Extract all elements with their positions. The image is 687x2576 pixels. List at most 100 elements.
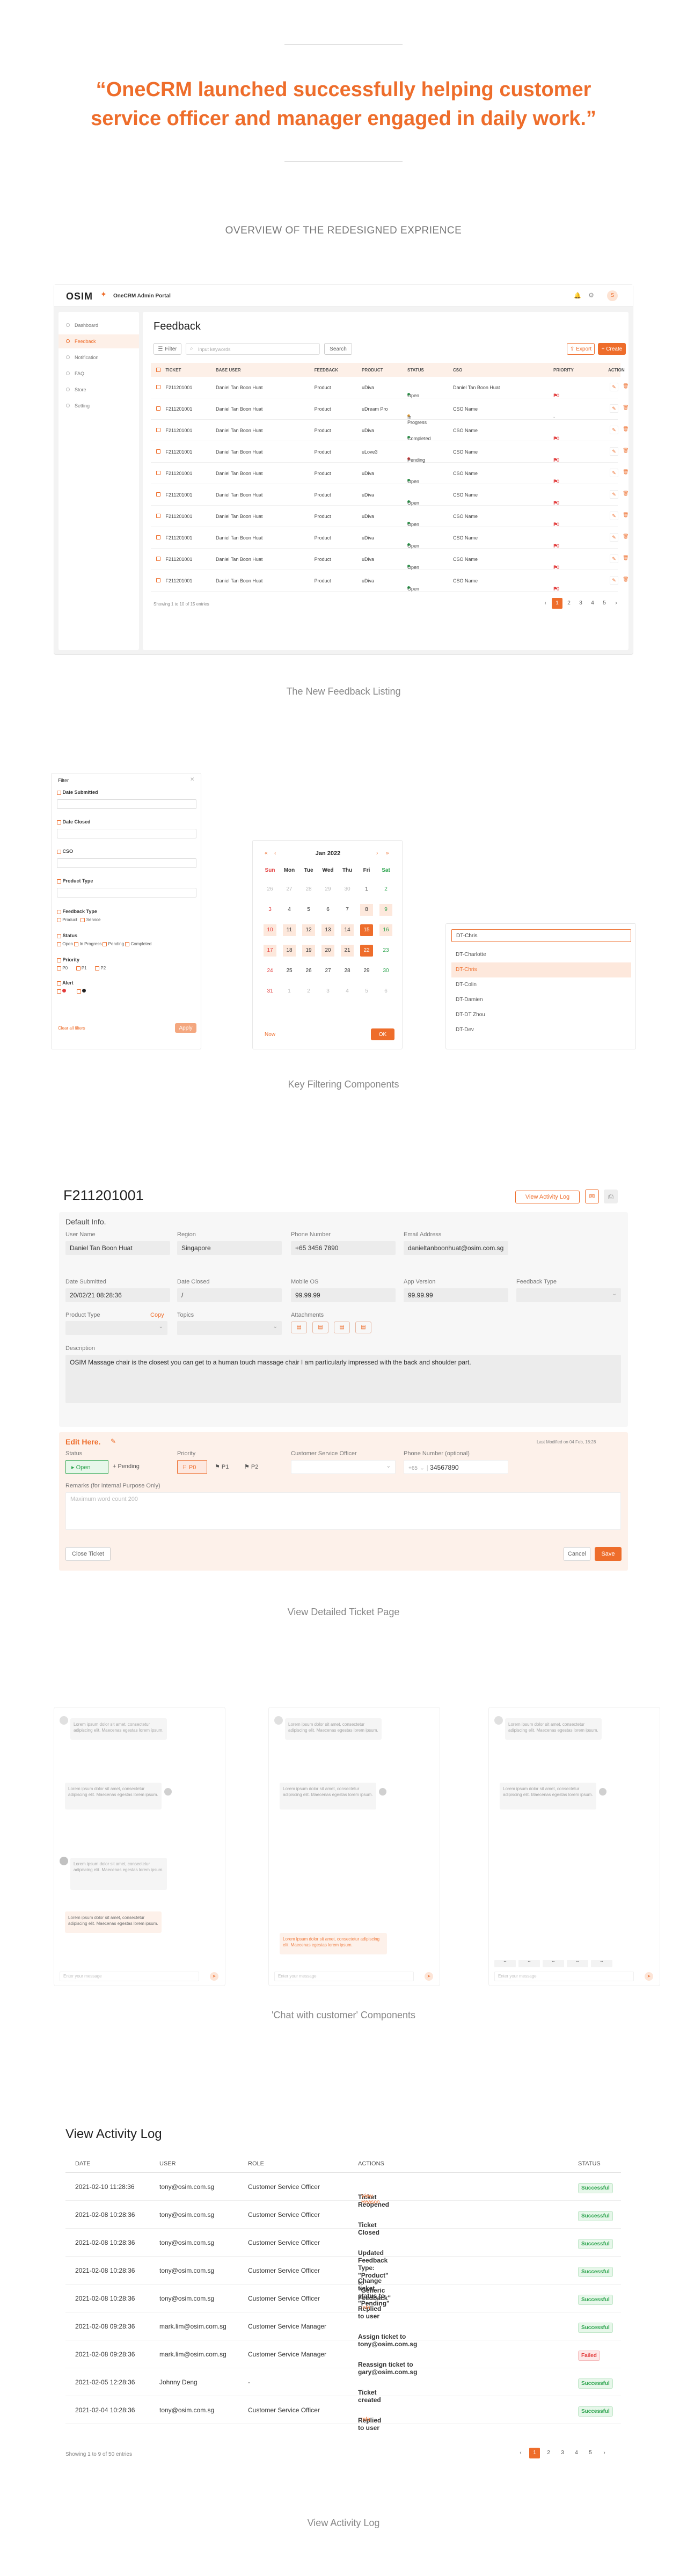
calendar-date[interactable]: 6 [321,904,334,916]
send-icon[interactable]: ➤ [425,1972,433,1981]
calendar-date[interactable]: 1 [283,986,296,997]
calendar-date[interactable]: 11 [283,924,296,936]
calendar-date[interactable]: 10 [264,924,276,936]
page-5[interactable]: 5 [599,598,610,609]
calendar-date[interactable]: 1 [360,884,373,895]
delete-icon[interactable]: 🗑 [623,448,628,454]
activity-extra-link[interactable]: Info [361,2305,370,2311]
calendar-date[interactable]: 22 [360,945,373,957]
sidebar-item-store[interactable]: Store [59,383,139,397]
sidebar-item-dashboard[interactable]: Dashboard [59,318,139,332]
calendar-date[interactable]: 28 [341,965,354,977]
priority-p0-option[interactable]: ⚐ P0 [177,1460,207,1474]
copy-link[interactable]: Copy [150,1312,164,1318]
row-checkbox[interactable] [156,471,160,475]
product-type-select[interactable]: ⌄ [65,1321,167,1335]
cso-search-input[interactable]: DT-Chris [451,929,631,942]
quick-reply-chip[interactable]: ▪▪ [543,1960,564,1967]
sidebar-item-faq[interactable]: FAQ [59,367,139,381]
status-progress-option[interactable] [74,942,79,946]
feedback-service-option[interactable] [81,917,85,922]
table-row[interactable]: F211201001 Daniel Tan Boon Huat Product uDi… [151,484,628,506]
chat-message-input[interactable]: Enter your message [60,1972,199,1981]
calendar-date[interactable]: 4 [341,986,354,997]
chat-message-input[interactable]: Enter your message [494,1972,634,1981]
calendar-date[interactable]: 15 [360,924,373,936]
date-submitted-input[interactable] [57,799,196,809]
cso-checkbox[interactable] [57,849,61,854]
calendar-date[interactable]: 25 [283,965,296,977]
cso-option[interactable]: DT-Damien [451,993,631,1008]
export-button[interactable]: ⇪ Export [567,343,595,355]
table-row[interactable]: F211201001 Daniel Tan Boon Huat Product uDi… [151,527,628,549]
delete-icon[interactable]: 🗑 [623,469,628,475]
edit-icon[interactable]: ✎ [610,426,618,434]
page-3[interactable]: 3 [557,2448,568,2458]
next-month-icon[interactable]: › [376,850,378,856]
close-ticket-button[interactable]: Close Ticket [65,1547,111,1561]
status-open-option[interactable] [57,942,61,946]
calendar-date[interactable]: 20 [321,945,334,957]
quick-reply-chip[interactable]: ▪▪ [494,1960,516,1967]
alert-black-option[interactable] [77,989,82,994]
select-all-checkbox[interactable] [156,368,160,372]
table-row[interactable]: F211201001 Daniel Tan Boon Huat Product uDi… [151,570,628,592]
row-checkbox[interactable] [156,428,160,432]
calendar-date[interactable]: 21 [341,945,354,957]
calendar-date[interactable]: 3 [321,986,334,997]
send-icon[interactable]: ➤ [645,1972,653,1981]
chat-icon[interactable]: ✉ [585,1190,599,1203]
status-checkbox[interactable] [57,933,61,938]
priority-p0-option[interactable] [57,966,61,970]
delete-icon[interactable]: 🗑 [623,426,628,432]
apply-filter-button[interactable]: Apply [175,1023,196,1033]
delete-icon[interactable]: 🗑 [623,405,628,411]
delete-icon[interactable]: 🗑 [623,512,628,518]
quick-reply-chip[interactable]: ▪▪ [567,1960,588,1967]
calendar-date[interactable]: 30 [341,884,354,895]
print-icon[interactable]: ⎙ [604,1190,618,1203]
status-open-option[interactable]: ▸ Open [65,1460,108,1474]
priority-p2-option[interactable] [95,966,100,970]
avatar[interactable]: S [607,290,618,301]
table-row[interactable]: F211201001 Daniel Tan Boon Huat Product uDi… [151,377,628,398]
row-checkbox[interactable] [156,406,160,411]
notification-icon[interactable]: 🔔 [574,292,581,299]
edit-icon[interactable]: ✎ [610,576,618,585]
delete-icon[interactable]: 🗑 [623,491,628,497]
calendar-date[interactable]: 6 [379,986,392,997]
calendar-date[interactable]: 26 [264,884,276,895]
quick-reply-chip[interactable]: ▪▪ [518,1960,540,1967]
calendar-date[interactable]: 12 [302,924,315,936]
topics-select[interactable]: ⌄ [177,1321,282,1335]
settings-icon[interactable]: ⚙ [588,291,594,299]
edit-icon[interactable]: ✎ [610,554,618,563]
calendar-date[interactable]: 30 [379,965,392,977]
next-page-icon[interactable]: › [611,598,622,609]
row-checkbox[interactable] [156,514,160,518]
sidebar-item-feedback[interactable]: Feedback [59,334,139,348]
table-row[interactable]: F211201001 Daniel Tan Boon Huat Product uDi… [151,463,628,484]
page-4[interactable]: 4 [571,2448,582,2458]
alert-checkbox[interactable] [57,981,61,986]
table-row[interactable]: F211201001 Daniel Tan Boon Huat Product uLo… [151,441,628,463]
clear-all-filters-link[interactable]: Clear all filters [58,1026,85,1031]
sidebar-item-setting[interactable]: Setting [59,399,139,413]
edit-icon[interactable]: ✎ [610,512,618,520]
calendar-date[interactable]: 5 [302,904,315,916]
cso-option[interactable]: DT-Charlotte [451,947,631,962]
activity-extra-link[interactable]: Info [361,2417,370,2422]
table-row[interactable]: F211201001 Daniel Tan Boon Huat Product uDi… [151,549,628,570]
calendar-date[interactable]: 23 [379,945,392,957]
send-icon[interactable]: ➤ [210,1972,218,1981]
sidebar-item-notification[interactable]: Notification [59,351,139,364]
calendar-now-button[interactable]: Now [265,1032,275,1038]
edit-icon[interactable]: ✎ [610,404,618,413]
edit-icon[interactable]: ✎ [610,533,618,542]
chat-message-input[interactable]: Enter your message [274,1972,414,1981]
edit-icon[interactable]: ✎ [610,469,618,477]
product-type-select[interactable] [57,888,196,897]
phone-input[interactable]: +65 ⌄ | 34567890 [404,1460,508,1474]
row-checkbox[interactable] [156,535,160,539]
filter-button[interactable]: ☰ Filter [154,343,181,355]
